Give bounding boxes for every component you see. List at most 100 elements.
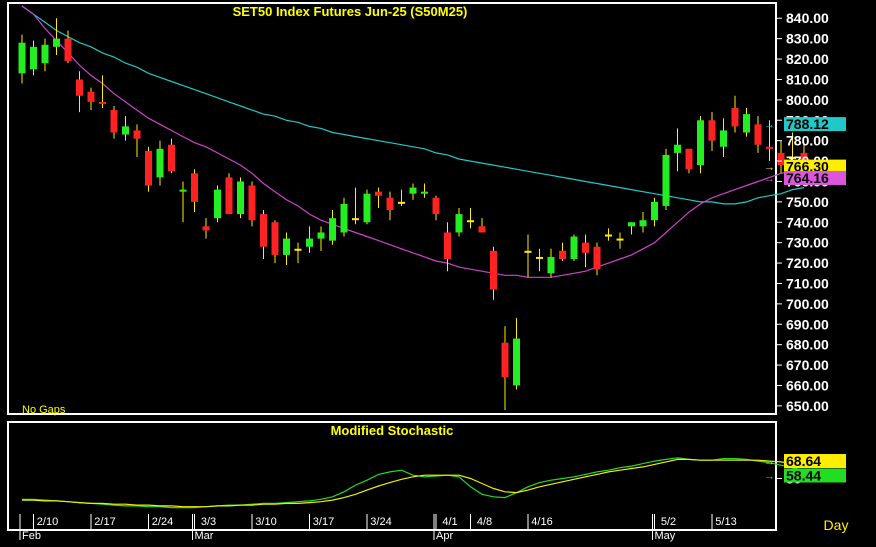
candle-body xyxy=(720,130,727,147)
stochastic-panel xyxy=(7,421,777,531)
candle-body xyxy=(605,234,612,237)
month-label: Feb xyxy=(22,530,41,542)
candle-body xyxy=(386,197,394,211)
value-arrow-icon: → xyxy=(764,173,775,185)
x-tick-label: 4/8 xyxy=(477,516,492,528)
value-arrow-icon: → xyxy=(764,470,775,482)
candle-body xyxy=(697,120,704,166)
candle-body xyxy=(432,197,440,215)
y-tick-label: 740.00 xyxy=(786,214,829,230)
candle-body xyxy=(87,91,95,102)
candle-body xyxy=(570,236,578,259)
candle-body xyxy=(133,130,141,139)
x-tick-label: 3/24 xyxy=(370,516,391,528)
candle-body xyxy=(478,226,486,233)
stoch-k-last-value: 58.44 xyxy=(786,467,821,483)
candle-body xyxy=(191,173,198,202)
candle-body xyxy=(202,226,210,231)
month-label: Apr xyxy=(436,530,453,542)
chart-window: SET50 Index Futures Jun-25 (S50M25) No G… xyxy=(0,0,876,542)
candle-body xyxy=(294,248,302,251)
y-tick-label: 810.00 xyxy=(786,71,829,87)
candle-body xyxy=(225,177,233,215)
x-axis-label: Day xyxy=(824,517,849,533)
x-tick-label: 5/2 xyxy=(661,516,676,528)
candle-body xyxy=(340,203,348,233)
y-tick-label: 690.00 xyxy=(786,316,829,332)
candle-body xyxy=(64,38,72,62)
x-tick-label: 2/24 xyxy=(152,516,173,528)
candle-body xyxy=(593,246,601,270)
candle-body xyxy=(110,110,118,133)
x-tick-label: 4/1 xyxy=(442,516,457,528)
candle-body xyxy=(536,256,543,259)
candle-body xyxy=(547,256,555,274)
y-tick-label: 710.00 xyxy=(786,275,829,291)
candle-body xyxy=(708,120,716,141)
y-tick-label: 780.00 xyxy=(786,133,829,149)
candle-body xyxy=(444,232,451,259)
candle-body xyxy=(421,191,428,194)
candle-body xyxy=(616,238,624,241)
candle-body xyxy=(271,222,279,255)
candle-body xyxy=(260,214,267,247)
candle-body xyxy=(237,181,244,215)
y-tick-label: 650.00 xyxy=(786,398,829,414)
x-tick-label: 3/3 xyxy=(201,516,216,528)
candle-body xyxy=(467,220,474,223)
candle-body xyxy=(122,126,129,135)
value-arrow-icon: → xyxy=(764,119,775,131)
candle-body xyxy=(352,218,359,221)
candle-body xyxy=(559,250,566,259)
candle-body xyxy=(639,220,647,227)
month-label: Mar xyxy=(195,530,214,542)
candle-body xyxy=(743,114,750,133)
candle-body xyxy=(363,193,371,223)
x-tick-label: 4/16 xyxy=(531,516,552,528)
candle-body xyxy=(651,201,658,221)
candle-body xyxy=(685,148,693,170)
x-tick-label: 5/13 xyxy=(715,516,736,528)
candle-body xyxy=(777,152,785,166)
month-label: May xyxy=(655,530,676,542)
candle-body xyxy=(754,124,762,145)
candle-body xyxy=(731,108,739,127)
y-tick-label: 820.00 xyxy=(786,51,829,67)
candle-body xyxy=(582,242,589,253)
candle-body xyxy=(501,342,509,378)
y-tick-label: 800.00 xyxy=(786,92,829,108)
price-chart-title: SET50 Index Futures Jun-25 (S50M25) xyxy=(233,4,468,19)
x-tick-label: 3/10 xyxy=(255,516,276,528)
candle-body xyxy=(156,148,164,178)
gaps-note: No Gaps xyxy=(22,404,66,416)
y-tick-label: 680.00 xyxy=(786,337,829,353)
candle-body xyxy=(53,38,60,47)
ma-long-last-value: 788.12 xyxy=(786,116,829,132)
candle-body xyxy=(628,222,635,227)
y-tick-label: 700.00 xyxy=(786,296,829,312)
candle-body xyxy=(524,250,532,253)
ma-short-last-value: 764.16 xyxy=(786,170,829,186)
candle-body xyxy=(168,144,175,172)
candle-body xyxy=(513,338,520,386)
candle-body xyxy=(662,154,670,206)
y-tick-label: 660.00 xyxy=(786,377,829,393)
stochastic-title: Modified Stochastic xyxy=(331,423,454,438)
y-tick-label: 750.00 xyxy=(786,194,829,210)
candle-body xyxy=(317,232,325,239)
candle-body xyxy=(76,79,83,96)
value-arrow-icon: → xyxy=(764,456,775,468)
candle-body xyxy=(283,238,290,255)
x-tick-label: 3/17 xyxy=(313,516,334,528)
candle-body xyxy=(398,201,405,204)
y-tick-label: 830.00 xyxy=(786,31,829,47)
y-tick-label: 670.00 xyxy=(786,357,829,373)
y-tick-label: 730.00 xyxy=(786,235,829,251)
y-tick-label: 720.00 xyxy=(786,255,829,271)
candle-body xyxy=(30,46,37,70)
x-tick-label: 2/17 xyxy=(94,516,115,528)
candle-body xyxy=(329,218,336,241)
candle-body xyxy=(18,42,26,74)
candle-body xyxy=(214,189,221,219)
x-tick-label: 2/10 xyxy=(37,516,58,528)
